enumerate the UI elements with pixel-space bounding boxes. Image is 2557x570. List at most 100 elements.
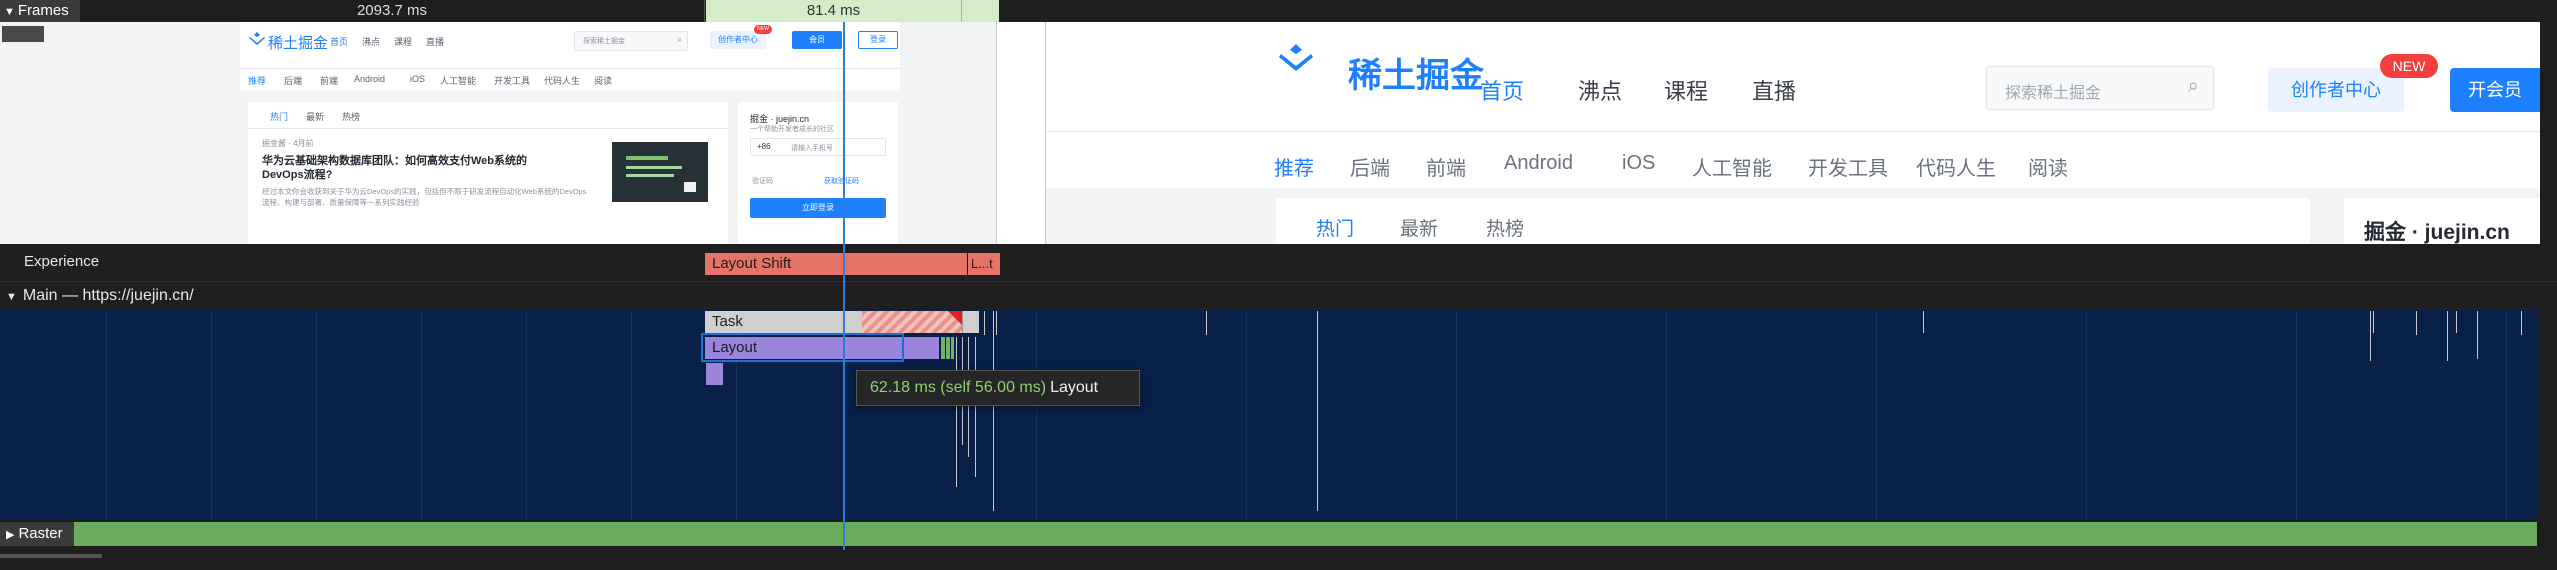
frames-label: Frames	[17, 2, 69, 19]
small-category[interactable]: Android	[354, 74, 385, 84]
layout-event[interactable]	[903, 337, 939, 359]
raster-bar[interactable]	[0, 522, 2537, 546]
layout-child-event[interactable]	[706, 363, 723, 385]
frame-block-selected[interactable]: 81.4 ms	[706, 0, 961, 22]
article-cover-image	[612, 142, 708, 202]
small-category[interactable]: 阅读	[594, 74, 612, 87]
large-article-card: 热门 最新 热榜	[1276, 198, 2310, 244]
large-tab[interactable]: 热榜	[1486, 214, 1524, 241]
large-tab[interactable]: 热门	[1316, 214, 1354, 241]
small-login-button[interactable]: 登录	[858, 31, 898, 49]
large-category[interactable]: iOS	[1622, 152, 1655, 175]
gridline	[316, 310, 317, 520]
gridline	[2296, 310, 2297, 520]
collapse-triangle-icon[interactable]: ▼	[4, 6, 15, 18]
small-article-title[interactable]: 华为云基础架构数据库团队：如何高效支付Web系统的DevOps流程?	[262, 154, 562, 182]
large-category[interactable]: 代码人生	[1916, 152, 1996, 181]
event-tick[interactable]	[1206, 311, 1207, 335]
small-phone-input[interactable]: +86 请输入手机号	[750, 138, 886, 156]
horizontal-scrollbar[interactable]	[0, 554, 102, 558]
event-tick[interactable]	[2416, 311, 2417, 335]
event-tick[interactable]	[1923, 311, 1924, 333]
large-category[interactable]: Android	[1504, 152, 1573, 175]
frame-block[interactable]	[961, 0, 999, 22]
large-category[interactable]: 推荐	[1274, 152, 1314, 181]
small-category[interactable]: 推荐	[248, 74, 266, 87]
small-vip-button[interactable]: 会员	[792, 31, 842, 49]
large-nav-live[interactable]: 直播	[1752, 74, 1796, 106]
main-track-label[interactable]: ▼ Main — https://juejin.cn/	[6, 287, 194, 305]
small-promo-button[interactable]: 立即登录	[750, 198, 886, 218]
frame-block[interactable]: 2093.7 ms	[80, 0, 705, 22]
event-tick[interactable]	[993, 311, 994, 511]
small-nav-live[interactable]: 直播	[426, 35, 444, 48]
event-tick[interactable]	[2521, 311, 2522, 335]
large-vip-button[interactable]: 开会员	[2450, 68, 2540, 112]
small-tab[interactable]: 热门	[270, 110, 288, 123]
small-code-link[interactable]: 获取验证码	[824, 176, 859, 186]
large-promo-card: 掘金 · juejin.cn	[2344, 198, 2540, 244]
flame-chart[interactable]	[0, 310, 2537, 520]
gridline	[106, 310, 107, 520]
gridline	[1876, 310, 1877, 520]
small-category[interactable]: iOS	[410, 74, 425, 84]
search-icon: ⌕	[676, 34, 682, 44]
screenshot-marker	[2, 26, 44, 42]
tooltip-time: 62.18 ms (self 56.00 ms)	[870, 379, 1047, 396]
event-tick[interactable]	[2370, 311, 2371, 361]
large-promo-title: 掘金 · juejin.cn	[2364, 221, 2510, 244]
scrollbar[interactable]	[2537, 310, 2557, 520]
timeline-cursor[interactable]	[843, 22, 845, 550]
large-category-bar: 推荐 后端 前端 Android iOS 人工智能 开发工具 代码人生 阅读	[1046, 132, 2540, 188]
frames-toggle[interactable]: ▼ Frames	[0, 0, 80, 22]
large-category[interactable]: 后端	[1350, 152, 1390, 181]
large-category[interactable]: 阅读	[2028, 152, 2068, 181]
event-tick[interactable]	[1317, 311, 1318, 511]
event-tick[interactable]	[2447, 311, 2448, 361]
search-icon: ⌕	[2187, 75, 2199, 97]
layout-shift-event[interactable]: Layout Shift	[705, 253, 967, 275]
experience-track	[0, 244, 2557, 282]
small-article-card: 热门 最新 热榜 掘金酱 · 4月前 华为云基础架构数据库团队：如何高效支付We…	[248, 102, 728, 244]
small-tab[interactable]: 热榜	[342, 110, 360, 123]
paint-event[interactable]	[951, 337, 954, 359]
screenshot-filmstrip[interactable]: 稀土掘金 首页 沸点 课程 直播 探索稀土掘金 ⌕ 创作者中心 NEW 会员 登…	[0, 22, 2540, 244]
event-tick[interactable]	[2456, 311, 2457, 333]
large-search-input[interactable]: 探索稀土掘金 ⌕	[1986, 66, 2214, 110]
large-tab[interactable]: 最新	[1400, 214, 1438, 241]
task-event[interactable]	[962, 311, 979, 333]
large-category[interactable]: 人工智能	[1692, 152, 1772, 181]
paint-event[interactable]	[941, 337, 945, 359]
small-nav-home[interactable]: 首页	[330, 35, 348, 48]
raster-label[interactable]: ▶ Raster	[0, 522, 74, 546]
small-nav-pins[interactable]: 沸点	[362, 35, 380, 48]
small-category[interactable]: 人工智能	[440, 74, 476, 87]
divider	[996, 22, 997, 244]
small-nav-courses[interactable]: 课程	[394, 35, 412, 48]
paint-event[interactable]	[946, 337, 950, 359]
expand-triangle-icon[interactable]: ▶	[6, 529, 14, 541]
event-tick[interactable]	[2373, 311, 2374, 333]
main-track-header[interactable]	[0, 282, 2557, 310]
event-tick[interactable]	[996, 311, 997, 335]
event-tick[interactable]	[984, 311, 985, 335]
small-category[interactable]: 代码人生	[544, 74, 580, 87]
large-logo-text: 稀土掘金	[1348, 57, 1484, 95]
event-tick[interactable]	[956, 337, 957, 487]
small-promo-subtitle: 一个帮助开发者成长的社区	[750, 126, 834, 133]
large-nav-home[interactable]: 首页	[1480, 74, 1524, 106]
event-tick[interactable]	[975, 337, 976, 477]
small-category[interactable]: 开发工具	[494, 74, 530, 87]
large-category[interactable]: 开发工具	[1808, 152, 1888, 181]
large-nav-pins[interactable]: 沸点	[1578, 74, 1622, 106]
large-category[interactable]: 前端	[1426, 152, 1466, 181]
small-category[interactable]: 后端	[284, 74, 302, 87]
layout-shift-event[interactable]: L...t	[967, 253, 1000, 275]
collapse-triangle-icon[interactable]: ▼	[6, 291, 17, 303]
small-category[interactable]: 前端	[320, 74, 338, 87]
small-tab[interactable]: 最新	[306, 110, 324, 123]
event-tick[interactable]	[2477, 311, 2478, 359]
large-nav-courses[interactable]: 课程	[1664, 74, 1708, 106]
gridline	[631, 310, 632, 520]
small-search-input[interactable]: 探索稀土掘金 ⌕	[574, 31, 688, 51]
